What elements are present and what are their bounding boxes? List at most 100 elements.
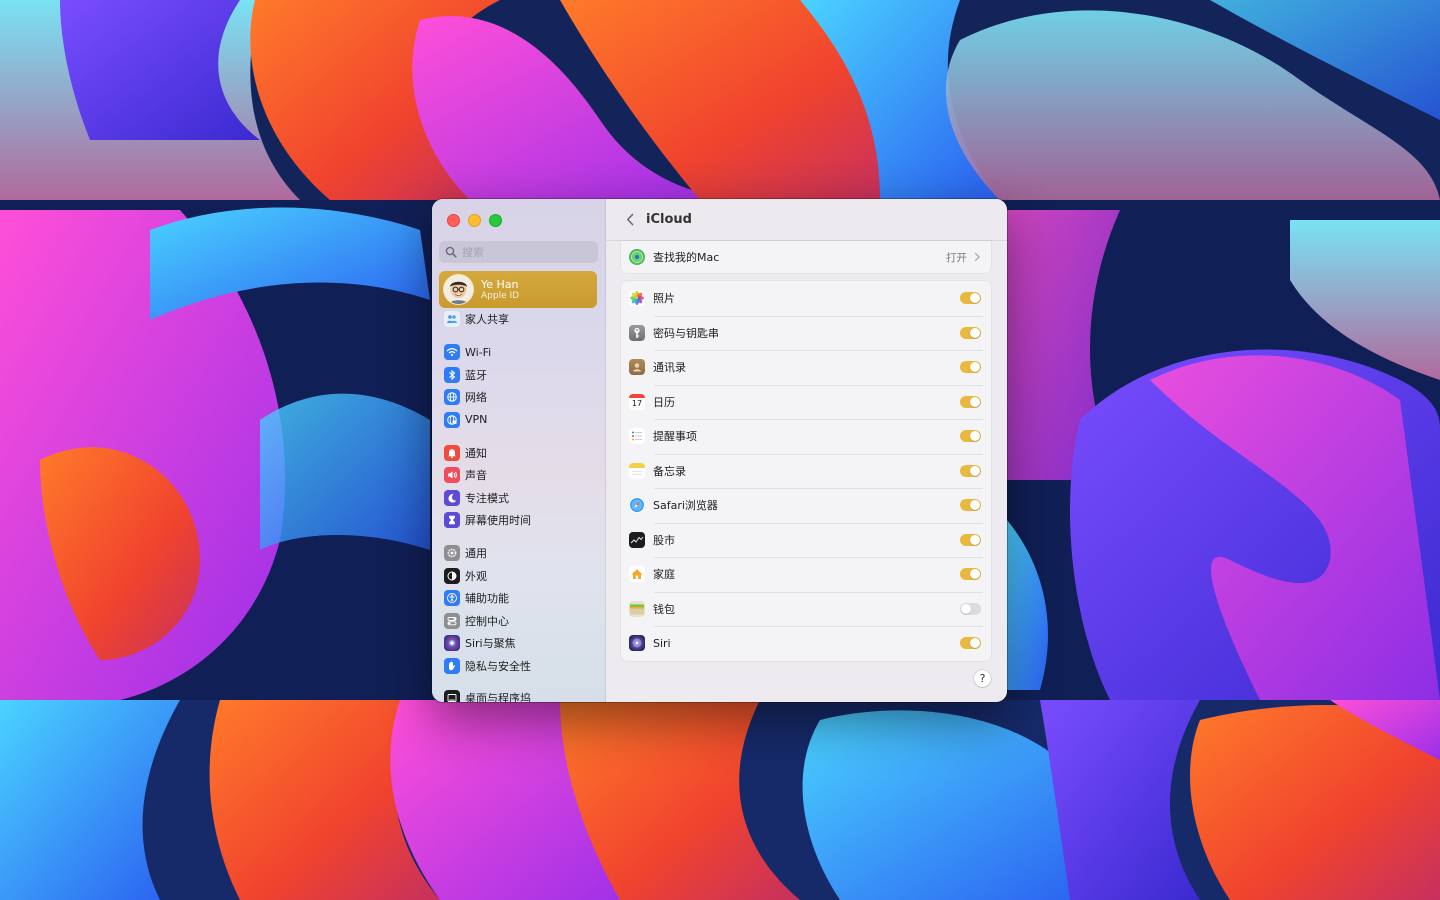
calendar-day: 17 [631, 399, 643, 409]
contacts-icon [629, 359, 645, 376]
sidebar-item-family-sharing[interactable]: 家人共享 [444, 309, 509, 329]
sidebar-item-apple-id[interactable]: Ye Han Apple ID [439, 271, 597, 308]
family-icon [444, 311, 460, 327]
wallet-icon [629, 600, 645, 617]
sidebar-item-screen-time[interactable]: 屏幕使用时间 [444, 510, 531, 530]
sidebar-item-label: 网络 [465, 391, 487, 404]
sidebar-item-label: VPN [465, 413, 488, 426]
sidebar-item-label: Wi-Fi [465, 345, 492, 359]
app-label: 密码与钥匙串 [653, 326, 719, 340]
notes-toggle[interactable] [960, 464, 981, 477]
sidebar-item-bluetooth[interactable]: 蓝牙 [444, 365, 487, 385]
sidebar-item-focus[interactable]: 专注模式 [444, 488, 509, 508]
wallet-toggle[interactable] [960, 602, 981, 615]
minimize-button[interactable] [468, 214, 481, 227]
bluetooth-icon [444, 366, 460, 383]
app-row-keychain: 密码与钥匙串 [621, 315, 991, 351]
help-button[interactable]: ? [974, 670, 991, 687]
app-label: 提醒事项 [653, 430, 697, 444]
zoom-button[interactable] [489, 214, 502, 227]
sidebar-item-vpn[interactable]: VPN [444, 410, 487, 430]
focus-icon [444, 489, 460, 506]
app-row-photos: 照片 [621, 281, 991, 316]
app-row-safari: Safari浏览器 [621, 488, 991, 523]
privacy-icon [444, 657, 460, 674]
account-name: Ye Han [481, 277, 519, 291]
sidebar-item-siri-spotlight[interactable]: Siri与聚焦 [444, 633, 516, 653]
stocks-icon [629, 531, 645, 548]
sidebar-item-control-center[interactable]: 控制中心 [444, 611, 509, 631]
app-row-stocks: 股市 [621, 522, 991, 558]
app-row-calendar: 17 日历 [621, 384, 991, 420]
sidebar-item-notifications[interactable]: 通知 [444, 443, 487, 463]
app-label: 钱包 [653, 602, 675, 616]
reminders-icon [629, 428, 645, 445]
calendar-toggle[interactable] [960, 395, 981, 408]
sidebar-item-label: 通用 [465, 547, 487, 560]
window-controls [447, 214, 502, 227]
app-label: 照片 [653, 292, 675, 306]
system-settings-window: Ye Han Apple ID 家人共享 Wi-Fi 蓝牙 [432, 199, 1007, 702]
find-my-status: 打开 [946, 251, 967, 264]
home-toggle[interactable] [960, 568, 981, 581]
page-title: iCloud [646, 212, 692, 227]
sidebar-item-privacy-security[interactable]: 隐私与安全性 [444, 656, 531, 676]
find-my-row[interactable]: 查找我的Mac 打开 [621, 241, 991, 273]
back-button[interactable] [618, 208, 642, 232]
sidebar-item-network[interactable]: 网络 [444, 387, 487, 407]
photos-toggle[interactable] [960, 292, 981, 305]
appearance-icon [444, 567, 460, 584]
screen-time-icon [444, 512, 460, 528]
sidebar-item-wifi[interactable]: Wi-Fi [444, 342, 491, 362]
sidebar-item-general[interactable]: 通用 [444, 543, 487, 563]
sidebar-item-sound[interactable]: 声音 [444, 465, 487, 485]
sidebar-item-label: 通知 [465, 446, 487, 460]
reminders-toggle[interactable] [960, 430, 981, 443]
close-button[interactable] [447, 214, 460, 227]
photos-icon [629, 290, 645, 307]
search-input[interactable] [462, 245, 582, 259]
find-my-label: 查找我的Mac [653, 251, 720, 264]
siri-toggle[interactable] [960, 637, 981, 650]
app-row-reminders: 提醒事项 [621, 419, 991, 454]
sidebar-item-label: 声音 [465, 469, 487, 482]
network-icon [444, 389, 460, 405]
sidebar-item-desktop-dock[interactable]: 桌面与程序坞 [444, 688, 531, 702]
avatar [444, 275, 473, 304]
search-icon [445, 246, 457, 258]
sidebar-item-label: Siri与聚焦 [465, 637, 516, 650]
app-label: Siri [653, 636, 671, 650]
sidebar-item-accessibility[interactable]: 辅助功能 [444, 588, 509, 608]
sidebar-item-label: 外观 [465, 569, 487, 583]
siri-icon [629, 635, 645, 652]
sidebar-item-label: 辅助功能 [465, 592, 509, 605]
sidebar-item-label: 蓝牙 [465, 368, 487, 382]
sidebar-item-label: 屏幕使用时间 [465, 514, 531, 527]
sidebar-item-appearance[interactable]: 外观 [444, 566, 487, 586]
toolbar: iCloud [606, 199, 1007, 241]
app-row-siri: Siri [621, 626, 991, 661]
safari-toggle[interactable] [960, 499, 981, 512]
accessibility-icon [444, 590, 460, 606]
general-icon [444, 545, 460, 561]
app-label: 股市 [653, 533, 675, 547]
account-subtitle: Apple ID [481, 290, 520, 301]
icloud-apps-card: 照片 密码与钥匙串 通讯录 17 日历 提醒事项 备忘录 Safari浏览器 股… [621, 281, 991, 661]
keychain-toggle[interactable] [960, 326, 981, 339]
wifi-icon [444, 344, 460, 360]
stocks-toggle[interactable] [960, 533, 981, 546]
sidebar-search[interactable] [439, 241, 598, 263]
sidebar-item-label: 桌面与程序坞 [465, 692, 531, 702]
sound-icon [444, 467, 460, 483]
contacts-toggle[interactable] [960, 361, 981, 374]
app-label: Safari浏览器 [653, 499, 718, 513]
sidebar-item-label: 隐私与安全性 [465, 659, 531, 673]
sidebar: Ye Han Apple ID 家人共享 Wi-Fi 蓝牙 [432, 199, 606, 702]
app-label: 日历 [653, 395, 675, 409]
app-label: 家庭 [653, 568, 675, 582]
chevron-left-icon [627, 213, 634, 226]
notes-icon [629, 462, 645, 479]
app-row-wallet: 钱包 [621, 591, 991, 627]
app-row-home: 家庭 [621, 557, 991, 592]
safari-icon [629, 497, 645, 514]
